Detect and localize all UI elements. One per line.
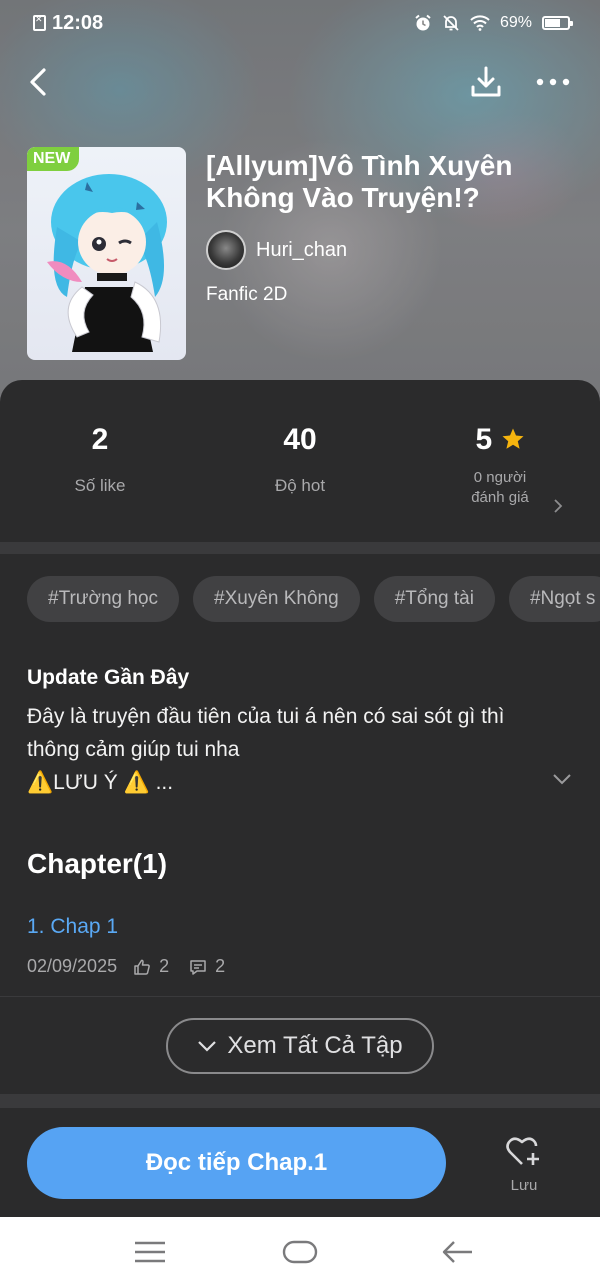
- system-nav-bar: [0, 1217, 600, 1287]
- update-heading: Update Gần Đây: [27, 666, 190, 689]
- tag-chip[interactable]: #Trường học: [27, 576, 180, 622]
- tag-chip[interactable]: #Ngọt s: [508, 576, 600, 622]
- likes-value: 2: [91, 423, 109, 456]
- rating-label: 0 người đánh giá: [400, 468, 600, 508]
- cover-illustration: [47, 174, 167, 352]
- row-divider: [0, 996, 600, 997]
- more-icon: [536, 78, 570, 86]
- home-icon[interactable]: [282, 1240, 318, 1264]
- rating-value: 5: [475, 423, 493, 456]
- wifi-icon: [470, 15, 490, 31]
- rating-row: 5: [400, 420, 600, 460]
- chapter-meta: 02/09/2025 2 2: [27, 956, 225, 977]
- more-button[interactable]: [533, 62, 573, 102]
- expand-chevron-icon[interactable]: [552, 773, 572, 785]
- tag-list: #Trường học #Xuyên Không #Tổng tài #Ngọt…: [27, 576, 600, 622]
- rating-caption-label: đánh giá: [471, 489, 529, 506]
- story-title: [Allyum]Vô Tình Xuyên Không Vào Truyện!?: [206, 150, 513, 213]
- save-label: Lưu: [510, 1177, 538, 1194]
- mute-bell-icon: [443, 15, 459, 31]
- continue-reading-button[interactable]: Đọc tiếp Chap.1: [27, 1127, 446, 1199]
- download-icon: [471, 66, 501, 97]
- rating-count-label: 0 người: [473, 469, 527, 486]
- stat-hot: 40 Độ hot: [200, 420, 400, 496]
- nav-back-icon[interactable]: [442, 1240, 474, 1264]
- status-icons: 69%: [414, 12, 573, 34]
- see-all-label: Xem Tất Cả Tập: [227, 1032, 403, 1059]
- chapter-date: 02/09/2025: [27, 956, 118, 976]
- stats-row: 2 Số like 40 Độ hot 5 0 người đánh giá: [0, 420, 600, 540]
- hot-label: Độ hot: [274, 476, 326, 495]
- tag-chip[interactable]: #Tổng tài: [373, 576, 495, 622]
- author-name: Huri_chan: [256, 238, 348, 261]
- chevron-right-icon: [554, 499, 563, 513]
- thumbs-up-icon: [134, 959, 150, 975]
- story-genre: Fanfic 2D: [206, 284, 288, 305]
- chapter-likes: 2: [159, 956, 170, 976]
- update-line: thông cảm giúp tui nha: [27, 738, 240, 761]
- comment-icon: [190, 959, 206, 975]
- see-all-chapters-button[interactable]: Xem Tất Cả Tập: [166, 1018, 434, 1074]
- heart-plus-icon: [506, 1137, 539, 1165]
- chapter-comments: 2: [215, 956, 226, 976]
- tag-chip[interactable]: #Xuyên Không: [193, 576, 360, 622]
- battery-icon: [542, 16, 573, 30]
- update-line: ⚠️LƯU Ý ⚠️ ...: [27, 771, 174, 794]
- author-link[interactable]: Huri_chan: [206, 230, 347, 270]
- chevron-down-icon: [198, 1041, 217, 1052]
- alarm-icon: [415, 14, 431, 31]
- status-bar: 12:08 69%: [0, 0, 600, 46]
- back-button[interactable]: [18, 62, 58, 102]
- back-arrow-icon: [30, 68, 46, 96]
- author-avatar: [206, 230, 246, 270]
- stat-rating[interactable]: 5 0 người đánh giá: [400, 420, 600, 513]
- star-icon: [502, 428, 524, 449]
- chapter-heading: Chapter(1): [27, 848, 168, 879]
- save-button[interactable]: Lưu: [496, 1136, 552, 1194]
- status-time: 12:08: [52, 12, 104, 34]
- no-sim-icon: [33, 14, 46, 31]
- story-cover[interactable]: NEW: [27, 147, 186, 360]
- update-line: Đây là truyện đầu tiên của tui á nên có …: [27, 705, 505, 728]
- section-divider: [0, 1094, 600, 1108]
- battery-percent: 69%: [499, 14, 532, 31]
- menu-icon[interactable]: [134, 1241, 166, 1263]
- download-button[interactable]: [466, 62, 506, 102]
- new-badge: NEW: [27, 147, 80, 171]
- stat-likes: 2 Số like: [0, 420, 200, 496]
- hot-value: 40: [283, 423, 317, 456]
- chapter-link[interactable]: 1. Chap 1: [27, 915, 118, 939]
- likes-label: Số like: [74, 476, 126, 495]
- section-divider: [0, 542, 600, 554]
- update-description[interactable]: Đây là truyện đầu tiên của tui á nên có …: [27, 700, 557, 799]
